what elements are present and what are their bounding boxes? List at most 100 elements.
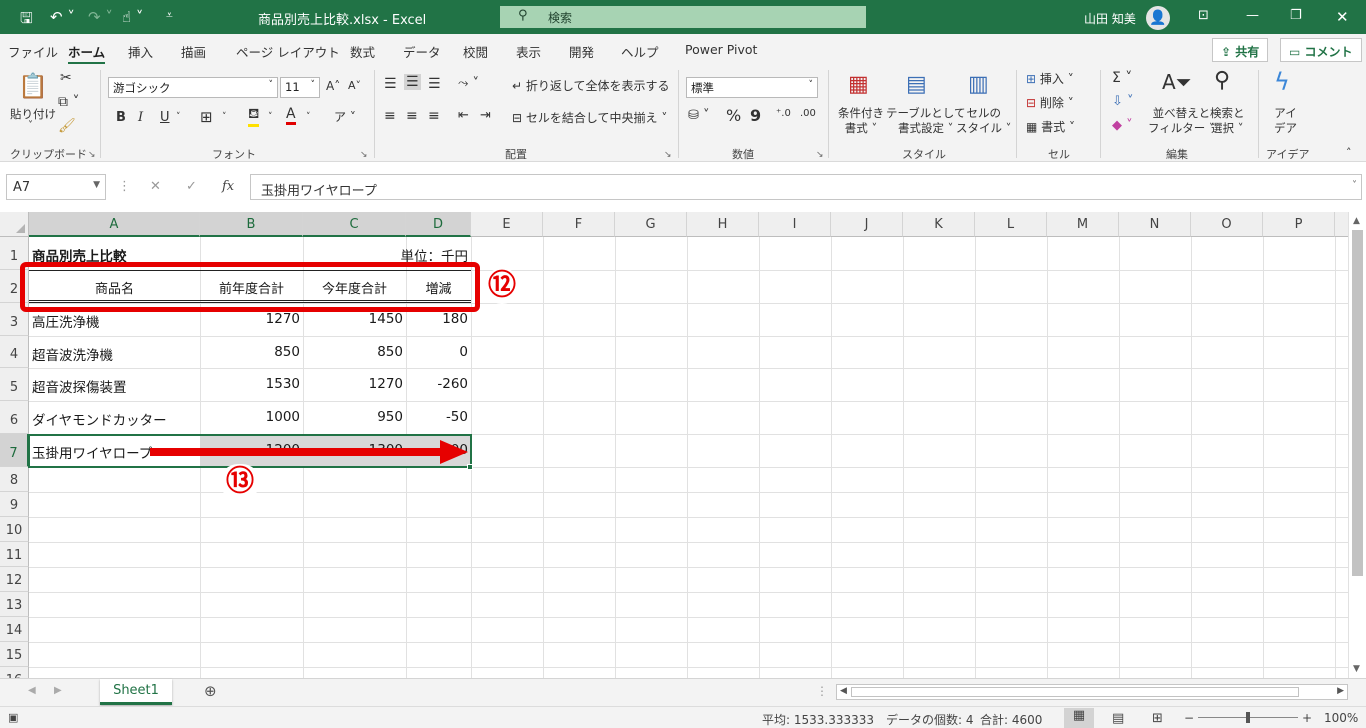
- tab-insert[interactable]: 挿入: [128, 42, 153, 61]
- align-center-icon[interactable]: ≡: [406, 108, 418, 124]
- insert-function-button[interactable]: fx: [222, 179, 234, 194]
- prev-year-cell[interactable]: 1270: [200, 311, 300, 327]
- number-format-dropdown[interactable]: 標準 ˅: [686, 77, 818, 98]
- conditional-format-button[interactable]: 条件付き 書式 ˅: [838, 106, 884, 136]
- decrease-indent-icon[interactable]: ⇤: [458, 108, 469, 123]
- avatar[interactable]: 👤: [1146, 6, 1170, 30]
- this-year-cell[interactable]: 850: [303, 344, 403, 360]
- normal-view-icon[interactable]: ▦: [1064, 708, 1094, 728]
- next-sheet-icon[interactable]: ▶: [54, 685, 62, 696]
- shrink-font-icon[interactable]: A˅: [348, 79, 361, 92]
- zoom-in-icon[interactable]: +: [1302, 711, 1312, 725]
- align-top-icon[interactable]: ☰: [384, 76, 397, 92]
- scroll-right-icon[interactable]: ▶: [1337, 686, 1344, 696]
- delete-cells-button[interactable]: ⊟ 削除 ˅: [1026, 94, 1074, 111]
- scroll-left-icon[interactable]: ◀: [840, 686, 847, 696]
- tab-splitter-icon[interactable]: ⋮: [816, 684, 828, 698]
- tab-data[interactable]: データ: [403, 42, 441, 61]
- this-year-cell[interactable]: 1450: [303, 311, 403, 327]
- comma-button[interactable]: 9: [750, 106, 761, 125]
- tab-page-layout[interactable]: ページ レイアウト: [236, 42, 340, 61]
- sort-filter-button[interactable]: 並べ替えと フィルター ˅: [1148, 106, 1215, 136]
- format-as-table-icon[interactable]: ▤: [906, 72, 927, 97]
- close-icon[interactable]: ✕: [1336, 8, 1349, 26]
- font-size-dropdown[interactable]: 11 ˅: [280, 77, 320, 98]
- page-layout-view-icon[interactable]: ▤: [1112, 711, 1124, 726]
- column-header[interactable]: L: [975, 212, 1047, 237]
- column-header[interactable]: E: [471, 212, 543, 237]
- cut-icon[interactable]: ✂: [60, 70, 72, 86]
- clipboard-launcher-icon[interactable]: ↘: [88, 150, 96, 160]
- sort-filter-icon[interactable]: A⏷: [1162, 70, 1192, 94]
- column-header[interactable]: C: [303, 212, 406, 237]
- column-header[interactable]: G: [615, 212, 687, 237]
- product-cell[interactable]: 超音波洗浄機: [32, 344, 113, 364]
- tab-help[interactable]: ヘルプ: [621, 42, 659, 61]
- format-painter-icon[interactable]: 🖌: [58, 118, 76, 134]
- prev-year-cell[interactable]: 1530: [200, 376, 300, 392]
- fill-dropdown-icon[interactable]: ˅: [268, 112, 273, 122]
- find-select-icon[interactable]: ⚲: [1214, 68, 1230, 93]
- underline-dropdown-icon[interactable]: ˅: [176, 112, 181, 122]
- formula-input[interactable]: 玉掛用ワイヤロープ ˅: [250, 174, 1362, 200]
- ideas-icon[interactable]: ϟ: [1274, 68, 1290, 96]
- row-header[interactable]: 14: [0, 617, 29, 642]
- diff-cell[interactable]: -260: [406, 376, 468, 392]
- grow-font-icon[interactable]: A˄: [326, 79, 340, 93]
- row-header[interactable]: 16: [0, 667, 29, 678]
- row-header[interactable]: 13: [0, 592, 29, 617]
- wrap-text-button[interactable]: ↵ 折り返して全体を表示する: [512, 77, 670, 94]
- border-icon[interactable]: ⊞: [200, 108, 213, 126]
- spreadsheet-grid[interactable]: A B C D E F G H I J K L M N O P 1 2 3 4 …: [0, 212, 1348, 678]
- font-name-dropdown[interactable]: 游ゴシック ˅: [108, 77, 278, 98]
- select-all-corner[interactable]: [0, 212, 29, 237]
- scroll-down-icon[interactable]: ▼: [1353, 664, 1360, 674]
- row-header[interactable]: 5: [0, 368, 29, 401]
- row-header[interactable]: 15: [0, 642, 29, 667]
- copy-icon[interactable]: ⧉ ˅: [58, 94, 79, 110]
- hscroll-thumb[interactable]: [851, 687, 1299, 697]
- product-cell[interactable]: 超音波探傷装置: [32, 376, 127, 396]
- format-cells-button[interactable]: ▦ 書式 ˅: [1026, 118, 1075, 135]
- row-header[interactable]: 11: [0, 542, 29, 567]
- tab-home[interactable]: ホーム: [68, 42, 106, 64]
- column-header[interactable]: O: [1191, 212, 1263, 237]
- search-box[interactable]: ⚲ 検索: [500, 6, 866, 28]
- prev-sheet-icon[interactable]: ◀: [28, 685, 36, 696]
- paste-dropdown-icon[interactable]: ˅: [28, 120, 33, 131]
- fill-handle[interactable]: [467, 464, 473, 470]
- product-cell[interactable]: 高圧洗浄機: [32, 311, 100, 331]
- decrease-decimal-icon[interactable]: .00: [800, 108, 816, 119]
- ideas-button[interactable]: アイ デア: [1274, 106, 1297, 136]
- column-header[interactable]: J: [831, 212, 903, 237]
- diff-cell[interactable]: 180: [406, 311, 468, 327]
- ribbon-display-icon[interactable]: ⊡: [1198, 8, 1209, 23]
- row-header[interactable]: 8: [0, 467, 29, 492]
- column-header[interactable]: N: [1119, 212, 1191, 237]
- zoom-level[interactable]: 100%: [1324, 711, 1358, 725]
- cancel-icon[interactable]: ✕: [150, 179, 161, 194]
- comment-button[interactable]: ▭ コメント: [1280, 38, 1362, 62]
- cell-styles-icon[interactable]: ▥: [968, 72, 989, 97]
- row-header[interactable]: 7: [0, 434, 29, 467]
- font-color-icon[interactable]: A: [286, 106, 296, 125]
- vertical-scrollbar[interactable]: ▲ ▼: [1348, 212, 1366, 678]
- font-color-dropdown-icon[interactable]: ˅: [306, 112, 311, 122]
- this-year-cell[interactable]: 1270: [303, 376, 403, 392]
- product-cell[interactable]: 玉掛用ワイヤロープ: [32, 442, 152, 462]
- column-header[interactable]: F: [543, 212, 615, 237]
- tab-formulas[interactable]: 数式: [350, 42, 375, 61]
- diff-cell[interactable]: 0: [406, 344, 468, 360]
- fill-icon[interactable]: ⇩ ˅: [1112, 94, 1134, 109]
- tab-file[interactable]: ファイル: [8, 42, 58, 61]
- phonetic-icon[interactable]: ア ˅: [334, 108, 356, 125]
- save-icon[interactable]: 🖫: [20, 8, 33, 33]
- diff-cell[interactable]: -50: [406, 409, 468, 425]
- column-header[interactable]: B: [200, 212, 303, 237]
- tab-draw[interactable]: 描画: [181, 42, 206, 61]
- paste-icon[interactable]: 📋: [18, 72, 48, 100]
- zoom-out-icon[interactable]: −: [1184, 711, 1194, 725]
- tab-power-pivot[interactable]: Power Pivot: [685, 42, 757, 57]
- align-bottom-icon[interactable]: ☰: [428, 76, 441, 92]
- enter-icon[interactable]: ✓: [186, 179, 197, 194]
